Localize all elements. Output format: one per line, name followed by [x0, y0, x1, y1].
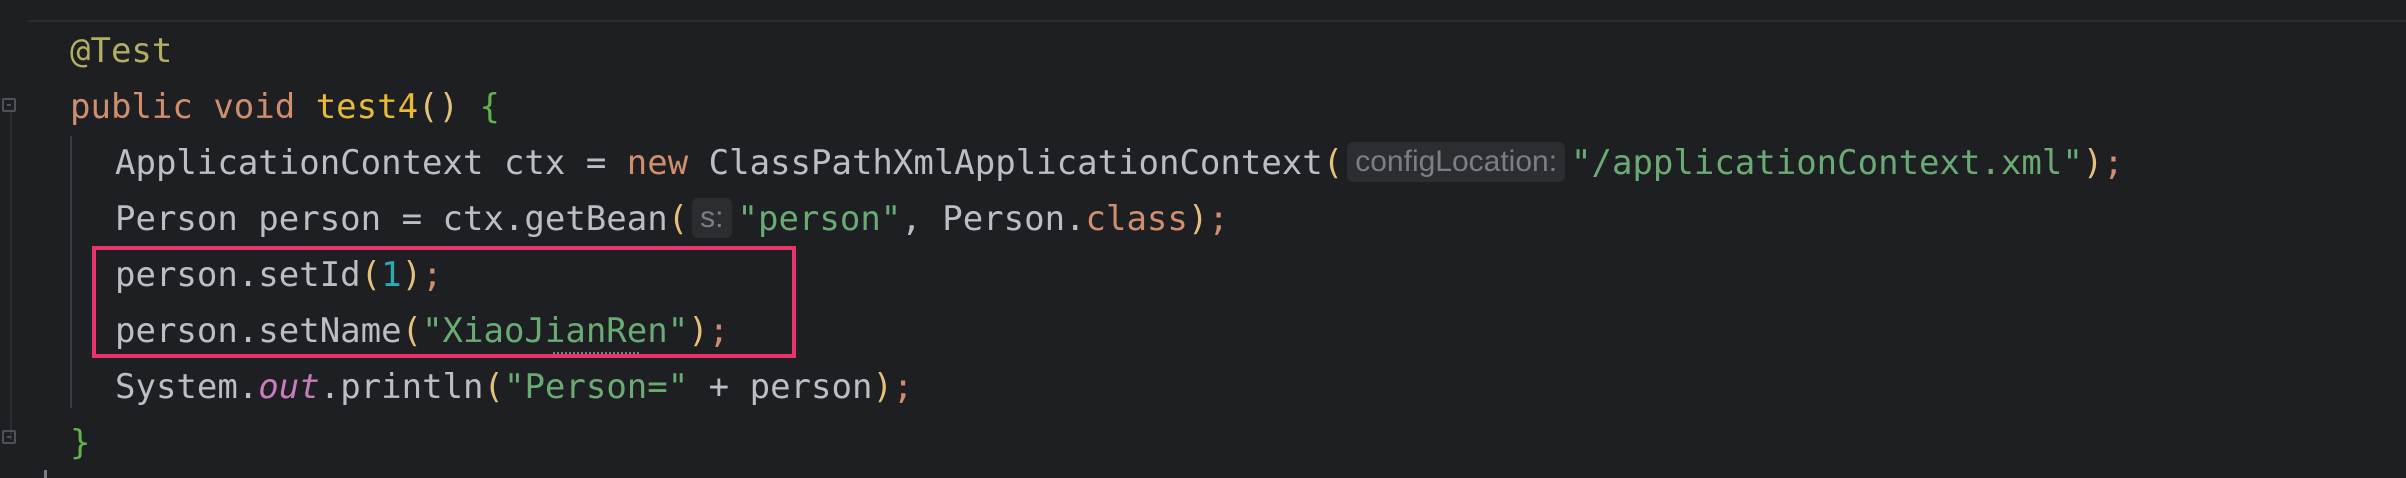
code-line-2[interactable]: public void test4() { — [70, 81, 500, 133]
open-paren: ( — [1322, 143, 1344, 183]
code-line-1[interactable]: @Test — [70, 25, 172, 77]
system-prefix: System. — [115, 367, 259, 407]
close-brace: } — [70, 423, 91, 463]
open-paren: ( — [667, 199, 689, 239]
string-arg: "/applicationContext.xml" — [1571, 143, 2083, 183]
parameter-hint-s: s: — [692, 197, 732, 238]
type-application-context: ApplicationContext — [115, 143, 484, 183]
keyword-void: void — [213, 87, 296, 127]
code-editor[interactable]: @Test public void test4() { ApplicationC… — [0, 0, 2406, 478]
code-line-3[interactable]: ApplicationContext ctx = new ClassPathXm… — [115, 137, 2124, 189]
keyword-new: new — [626, 143, 689, 183]
fold-end-icon[interactable] — [2, 430, 16, 444]
code-line-8[interactable]: } — [70, 417, 90, 469]
keyword-class: class — [1085, 199, 1188, 239]
close-paren: ) — [2082, 143, 2104, 183]
indent-guide — [70, 136, 72, 408]
keyword-public: public — [70, 87, 193, 127]
editor-gutter — [0, 0, 24, 478]
code-line-7[interactable]: System.out.println("Person=" + person); — [115, 361, 913, 413]
typo-underline — [553, 346, 639, 354]
string-arg: "person" — [737, 199, 902, 239]
highlight-box — [92, 246, 796, 358]
semicolon: ; — [892, 367, 914, 407]
get-bean-call: Person person = ctx.getBean — [115, 199, 668, 239]
comma-person: , Person. — [901, 199, 1086, 239]
open-paren: ( — [483, 367, 504, 407]
annotation-test: @Test — [70, 31, 173, 71]
concat-person: + person — [688, 367, 873, 407]
close-paren: ) — [1187, 199, 1209, 239]
semicolon: ; — [1208, 199, 1229, 239]
var-ctx: ctx = — [483, 143, 627, 183]
cursor-marker — [44, 470, 47, 478]
string-arg: "Person=" — [503, 367, 689, 407]
code-line-4[interactable]: Person person = ctx.getBean(s: "person", … — [115, 193, 1229, 245]
method-parens: () — [418, 87, 459, 127]
println-method: .println — [319, 367, 484, 407]
open-brace: { — [479, 87, 500, 127]
parameter-hint-config-location: configLocation: — [1347, 141, 1566, 182]
gutter-fold-line — [10, 110, 12, 440]
close-paren: ) — [872, 367, 893, 407]
method-name: test4 — [315, 87, 419, 127]
fold-collapse-icon[interactable] — [2, 98, 16, 112]
class-name: ClassPathXmlApplicationContext — [688, 143, 1323, 183]
editor-top-divider — [28, 20, 2406, 22]
static-field-out: out — [258, 367, 320, 407]
semicolon: ; — [2103, 143, 2124, 183]
